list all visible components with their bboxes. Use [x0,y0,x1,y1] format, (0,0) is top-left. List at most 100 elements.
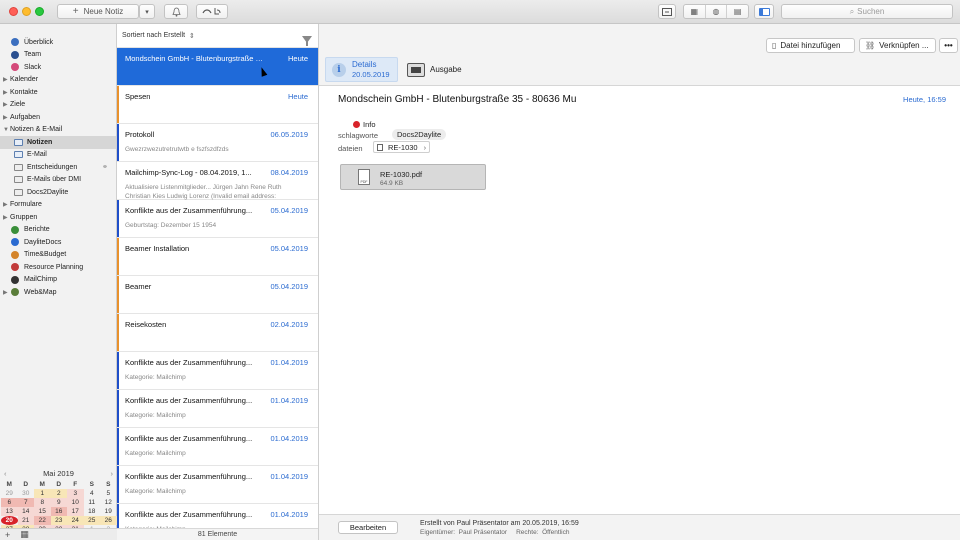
note-row[interactable]: Beamer 05.04.2019 [117,276,318,314]
note-row[interactable]: Mondschein GmbH - Blutenburgstraße 35...… [117,48,318,86]
pdf-file-icon: PDF [358,169,370,185]
calendar-day[interactable]: 30 [18,489,35,498]
chevron-right-icon[interactable]: › [111,469,114,478]
sidebar-item-decisions[interactable]: Entscheidungen ⚭ [0,161,116,174]
calendar-day[interactable]: 6 [1,498,18,507]
sidebar-item-emails-dmi[interactable]: E-Mails über DMI [0,174,116,187]
calendar-day[interactable]: 15 [34,507,51,516]
close-window-button[interactable] [9,7,18,16]
sidebar-item-resource-planning[interactable]: Resource Planning [0,261,116,274]
calendar-day[interactable]: 17 [67,507,84,516]
sidebar-item-tasks[interactable]: ▶ Aufgaben [0,111,116,124]
category-badge[interactable]: Info [353,120,376,129]
disclosure-right-icon[interactable]: ▶ [3,101,10,108]
sort-updown-icon[interactable]: ⇕ [189,32,195,40]
edit-button[interactable]: Bearbeiten [338,521,398,534]
note-row[interactable]: Konflikte aus der Zusammenführung... 01.0… [117,352,318,390]
sidebar-item-notes-email[interactable]: ▼ Notizen & E-Mail [0,124,116,137]
toggle-sidebar-button[interactable] [754,4,774,19]
more-button[interactable]: ••• [939,38,958,53]
note-row[interactable]: Protokoll 06.05.2019 Gwezrzwezutretrutwtb … [117,124,318,162]
board-view-icon[interactable]: ▤ [727,5,748,18]
calendar-day[interactable]: 10 [67,498,84,507]
calendar-day[interactable]: 19 [100,507,117,516]
calendar-view-icon[interactable]: ▦ [684,5,706,18]
zoom-window-button[interactable] [35,7,44,16]
notifications-button[interactable] [164,4,188,19]
calendar-day[interactable]: 25 [83,516,100,525]
link-button[interactable]: ⛓ Verknüpfen ... [859,38,936,53]
disclosure-right-icon[interactable]: ▶ [3,89,10,96]
disclosure-right-icon[interactable]: ▶ [3,76,10,83]
calendar-day[interactable]: 12 [100,498,117,507]
sidebar-item-reports[interactable]: Berichte [0,224,116,237]
sidebar-item-team[interactable]: Team [0,49,116,62]
disclosure-right-icon[interactable]: ▶ [3,214,10,221]
sidebar-item-contacts[interactable]: ▶ Kontakte [0,86,116,99]
calendar-day[interactable]: 18 [84,507,101,516]
calendar-day[interactable]: 1 [34,489,51,498]
sort-menu[interactable]: Sortiert nach Erstellt [122,32,185,39]
add-file-button[interactable]: ▯ Datei hinzufügen [766,38,855,53]
sidebar-item-forms[interactable]: ▶ Formulare [0,199,116,212]
disclosure-right-icon[interactable]: ▶ [3,289,10,296]
disclosure-down-icon[interactable]: ▼ [3,127,10,133]
calendar-day[interactable]: 29 [1,489,18,498]
tab-output[interactable]: Ausgabe [401,57,469,82]
new-note-menu-button[interactable]: ▾ [139,4,155,19]
calendar-day[interactable]: 8 [34,498,51,507]
calendar-day[interactable]: 2 [50,489,67,498]
filter-icon[interactable] [302,36,312,46]
note-row[interactable]: Konflikte aus der Zusammenführung... 01.0… [117,390,318,428]
sidebar-item-daylitedocs[interactable]: DayliteDocs [0,236,116,249]
note-row[interactable]: Konflikte aus der Zusammenführung... 05.0… [117,200,318,238]
calendar-day[interactable]: 24 [67,516,84,525]
calendar-day[interactable]: 7 [17,498,34,507]
note-row[interactable]: Beamer Installation 05.04.2019 [117,238,318,276]
search-field[interactable]: ⌕ Suchen [781,4,953,19]
add-icon[interactable]: + [5,530,10,540]
chevron-left-icon[interactable]: ‹ [4,469,7,478]
calendar-day[interactable]: 13 [1,507,18,516]
calendar-day-today[interactable]: 20 [1,516,18,525]
calendar-day[interactable]: 4 [84,489,101,498]
calendar-day[interactable]: 16 [50,507,67,516]
sidebar-item-web-map[interactable]: ▶ Web&Map [0,286,116,299]
calendar-day[interactable]: 3 [67,489,84,498]
attachment-card[interactable]: PDF RE-1030.pdf 64.9 KB [340,164,486,190]
sidebar-item-calendar[interactable]: ▶ Kalender [0,74,116,87]
call-button[interactable] [196,4,228,19]
sidebar-item-mailchimp[interactable]: MailChimp [0,274,116,287]
note-row[interactable]: Spesen Heute [117,86,318,124]
tab-details[interactable]: i Details 20.05.2019 [325,57,398,82]
sidebar-item-overview[interactable]: Überblick [0,36,116,49]
globe-icon[interactable]: ◍ [706,5,728,18]
sidebar-item-docs2daylite[interactable]: Docs2Daylite [0,186,116,199]
sidebar-item-email[interactable]: E-Mail [0,149,116,162]
new-note-button[interactable]: + Neue Notiz [57,4,139,19]
note-row[interactable]: Mailchimp-Sync-Log - 08.04.2019, 1... 08.… [117,162,318,200]
calendar-day[interactable]: 23 [50,516,67,525]
calendar-day[interactable]: 11 [84,498,101,507]
calendar-day[interactable]: 5 [100,489,117,498]
note-row[interactable]: Reisekosten 02.04.2019 [117,314,318,352]
sidebar-item-time-budget[interactable]: Time&Budget [0,249,116,262]
sidebar-item-notes[interactable]: Notizen [0,136,116,149]
note-row[interactable]: Konflikte aus der Zusammenführung... 01.0… [117,428,318,466]
calendar-day[interactable]: 14 [17,507,34,516]
calendar-toggle-icon[interactable]: ▦ [20,529,29,540]
sidebar-item-groups[interactable]: ▶ Gruppen [0,211,116,224]
note-row[interactable]: Konflikte aus der Zusammenführung... 01.0… [117,466,318,504]
file-link[interactable]: RE-1030 › [373,141,431,153]
keyword-tag[interactable]: Docs2Daylite [392,129,447,140]
calendar-day[interactable]: 22 [34,516,51,525]
sidebar-item-goals[interactable]: ▶ Ziele [0,99,116,112]
calendar-day[interactable]: 26 [100,516,117,525]
quick-entry-button[interactable] [658,4,676,19]
sidebar-item-slack[interactable]: Slack [0,61,116,74]
disclosure-right-icon[interactable]: ▶ [3,114,10,121]
minimize-window-button[interactable] [22,7,31,16]
disclosure-right-icon[interactable]: ▶ [3,201,10,208]
calendar-day[interactable]: 9 [50,498,67,507]
calendar-day[interactable]: 21 [17,516,34,525]
